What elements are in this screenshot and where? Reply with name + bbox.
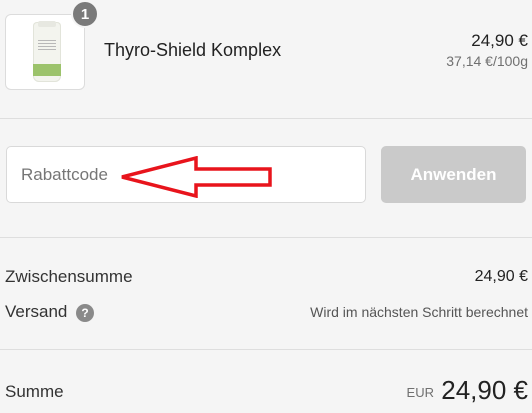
red-arrow-annotation xyxy=(121,156,272,198)
total-currency: EUR xyxy=(406,385,434,400)
total-label: Summe xyxy=(5,382,64,401)
apply-discount-button[interactable]: Anwenden xyxy=(381,146,526,203)
supplement-bottle-image xyxy=(33,21,61,82)
help-icon[interactable]: ? xyxy=(76,304,94,322)
shipping-label: Versand xyxy=(5,302,68,321)
subtotal-value: 24,90 € xyxy=(474,268,528,285)
product-price: 24,90 € xyxy=(471,31,528,50)
subtotal-label: Zwischensumme xyxy=(5,267,133,286)
quantity-badge: 1 xyxy=(71,0,99,28)
divider xyxy=(0,118,532,119)
product-thumbnail xyxy=(5,14,85,90)
divider xyxy=(0,349,532,350)
total-value: 24,90 € xyxy=(441,375,528,405)
cart-line-item: 1 Thyro-Shield Komplex 24,90 € 37,14 €/1… xyxy=(0,0,532,118)
divider xyxy=(0,237,532,238)
product-name: Thyro-Shield Komplex xyxy=(104,40,282,60)
shipping-value: Wird im nächsten Schritt berechnet xyxy=(310,304,528,320)
product-unit-price: 37,14 €/100g xyxy=(446,53,528,69)
